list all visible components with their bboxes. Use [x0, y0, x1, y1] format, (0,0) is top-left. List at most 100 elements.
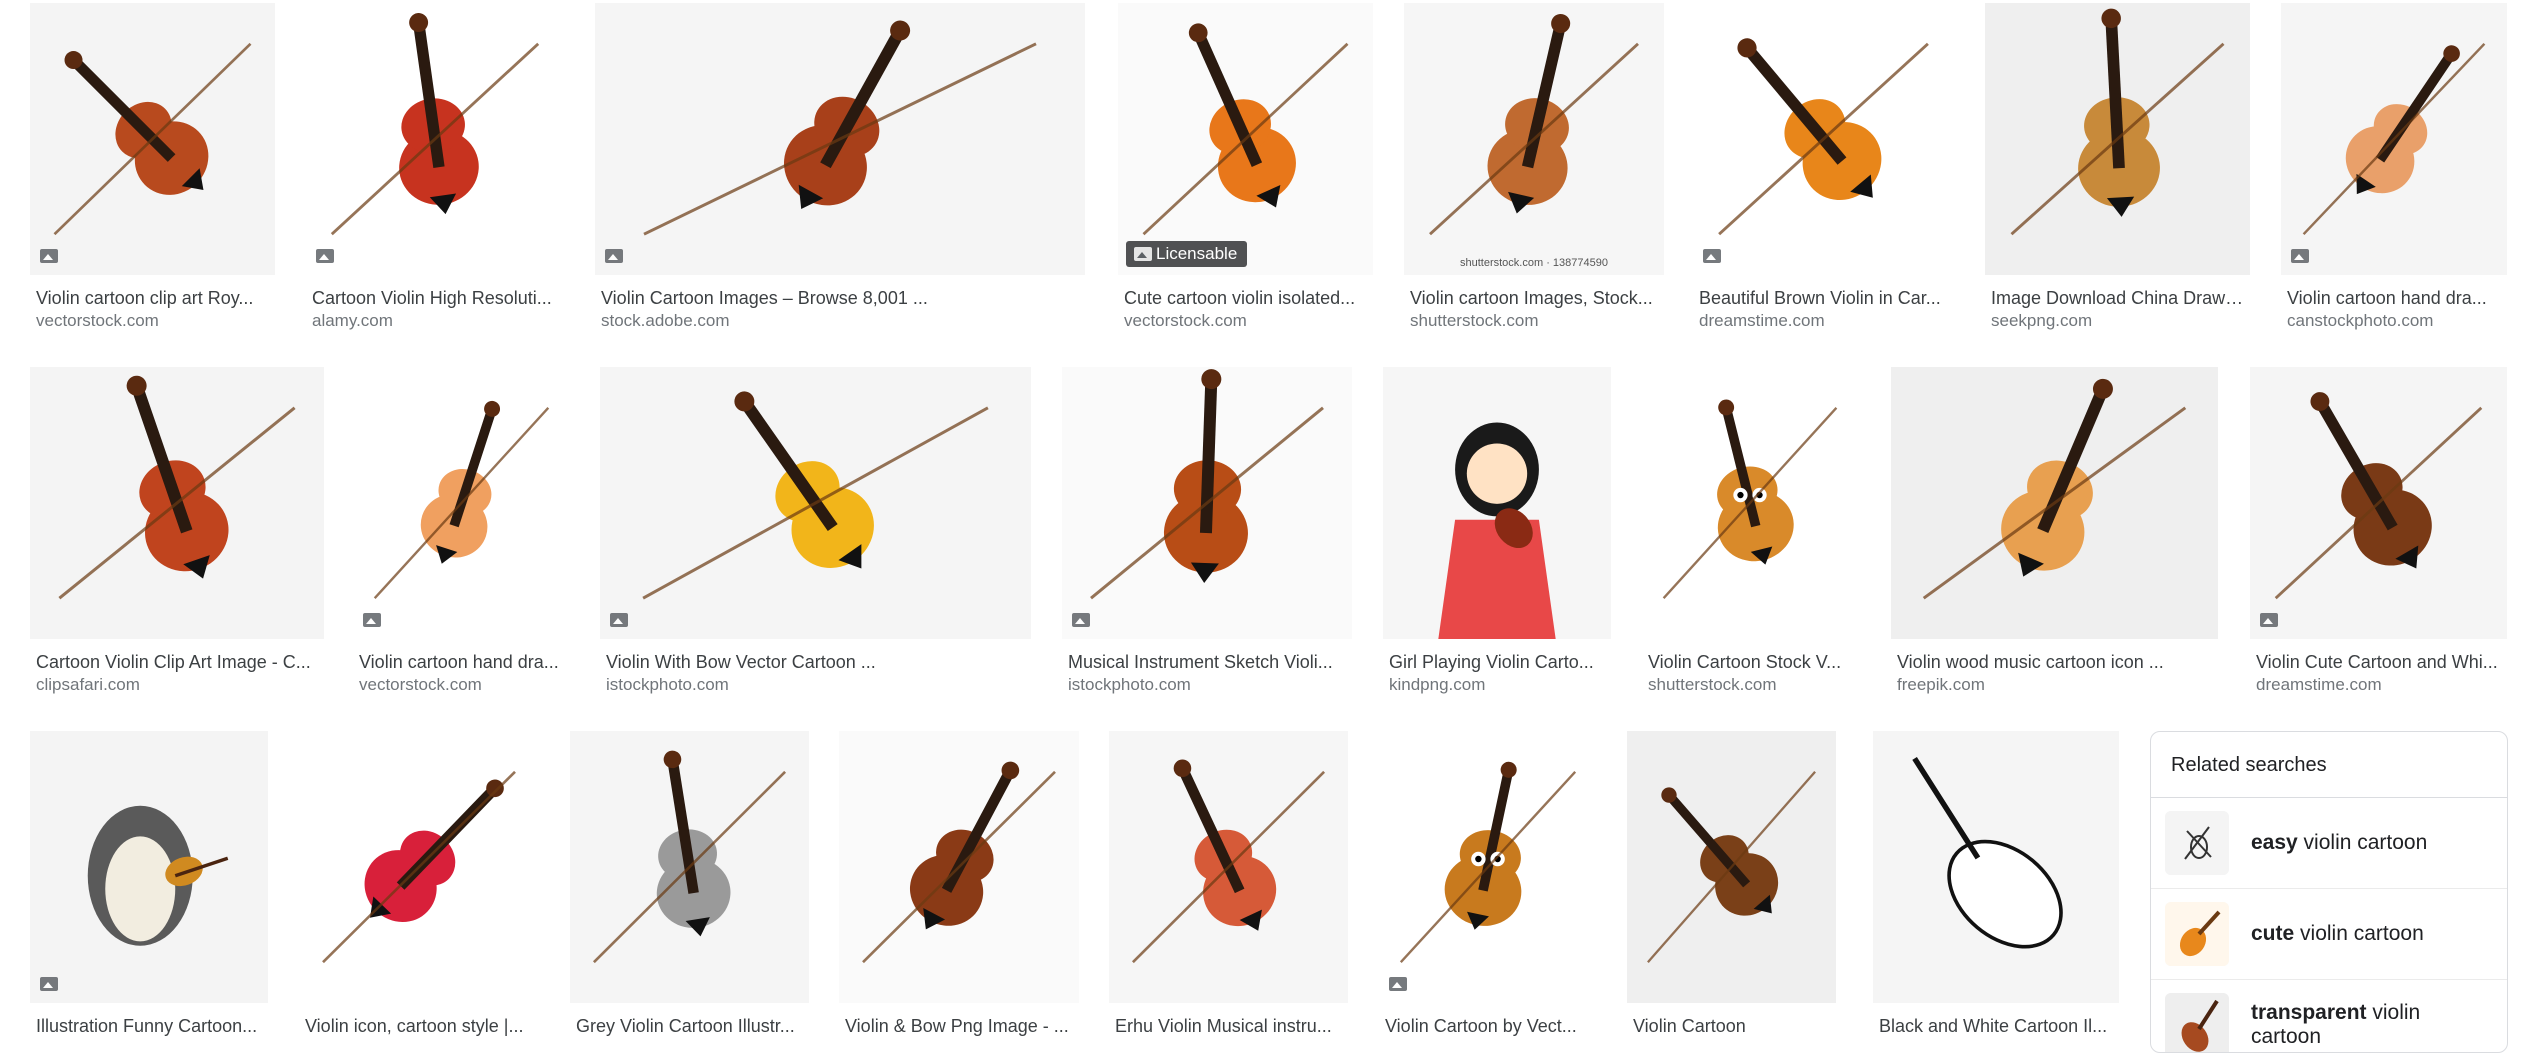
violin-character-image[interactable]	[1379, 731, 1597, 1003]
violin-character-image[interactable]	[1642, 367, 1858, 639]
violin-image[interactable]	[839, 731, 1079, 1003]
result-source[interactable]: stock.adobe.com	[595, 310, 1085, 332]
transparent-violin-icon	[2165, 993, 2229, 1052]
violin-image[interactable]	[353, 367, 570, 639]
image-result-tile[interactable]: Licensable Cute cartoon violin isolated..…	[1118, 3, 1373, 332]
result-source[interactable]: seekpng.com	[1985, 310, 2250, 332]
result-title[interactable]: Violin wood music cartoon icon ...	[1891, 650, 2218, 674]
girl-violin-image[interactable]	[1383, 367, 1611, 639]
violin-image[interactable]	[30, 367, 324, 639]
result-title[interactable]: Violin cartoon hand dra...	[353, 650, 570, 674]
image-result-tile[interactable]: shutterstock.com · 138774590 Violin carto…	[1404, 3, 1664, 332]
result-source[interactable]: alamy.com	[306, 310, 564, 332]
image-badge-icon	[316, 249, 334, 263]
result-title[interactable]: Violin cartoon Images, Stock...	[1404, 286, 1664, 310]
result-title[interactable]: Violin Cute Cartoon and Whi...	[2250, 650, 2507, 674]
result-title[interactable]: Musical Instrument Sketch Violi...	[1062, 650, 1352, 674]
result-title[interactable]: Violin Cartoon	[1627, 1014, 1836, 1038]
image-result-tile[interactable]: Image Download China Drawi... seekpng.com	[1985, 3, 2250, 332]
violin-image[interactable]	[306, 3, 564, 275]
result-source[interactable]: shutterstock.com	[1404, 310, 1664, 332]
image-result-tile[interactable]: Erhu Violin Musical instru...	[1109, 731, 1348, 1038]
violin-image[interactable]	[1627, 731, 1836, 1003]
result-source[interactable]: freepik.com	[1891, 674, 2218, 696]
penguin-violin-image[interactable]	[30, 731, 268, 1003]
violin-image[interactable]	[1985, 3, 2250, 275]
related-search-cute[interactable]: cute violin cartoon	[2151, 889, 2507, 980]
related-search-easy[interactable]: easy violin cartoon	[2151, 798, 2507, 889]
image-badge-icon	[363, 613, 381, 627]
image-result-tile[interactable]: Violin icon, cartoon style |...	[299, 731, 539, 1038]
image-result-tile[interactable]: Grey Violin Cartoon Illustr...	[570, 731, 809, 1038]
image-result-tile[interactable]: Violin Cartoon by Vect...	[1379, 731, 1597, 1038]
result-title[interactable]: Erhu Violin Musical instru...	[1109, 1014, 1348, 1038]
result-source[interactable]: istockphoto.com	[600, 674, 1031, 696]
image-result-tile[interactable]: Violin wood music cartoon icon ... freepi…	[1891, 367, 2218, 696]
image-result-tile[interactable]: Violin cartoon hand dra... vectorstock.co…	[353, 367, 570, 696]
result-title[interactable]: Grey Violin Cartoon Illustr...	[570, 1014, 809, 1038]
result-source[interactable]: shutterstock.com	[1642, 674, 1858, 696]
result-source[interactable]: canstockphoto.com	[2281, 310, 2507, 332]
result-source[interactable]: kindpng.com	[1383, 674, 1611, 696]
result-title[interactable]: Girl Playing Violin Carto...	[1383, 650, 1611, 674]
image-result-tile[interactable]: Girl Playing Violin Carto... kindpng.com	[1383, 367, 1611, 696]
violin-image[interactable]: shutterstock.com · 138774590	[1404, 3, 1664, 275]
related-search-transparent[interactable]: transparent violin cartoon	[2151, 980, 2507, 1052]
result-source[interactable]: dreamstime.com	[1693, 310, 1954, 332]
violin-image[interactable]	[30, 3, 275, 275]
result-source[interactable]: vectorstock.com	[30, 310, 275, 332]
image-result-tile[interactable]: Cartoon Violin High Resoluti... alamy.com	[306, 3, 564, 332]
image-result-tile[interactable]: Violin Cartoon	[1627, 731, 1836, 1038]
violin-image[interactable]	[299, 731, 539, 1003]
licensable-label: Licensable	[1156, 244, 1238, 263]
result-title[interactable]: Cute cartoon violin isolated...	[1118, 286, 1373, 310]
result-source[interactable]: clipsafari.com	[30, 674, 324, 696]
result-title[interactable]: Cartoon Violin Clip Art Image - C...	[30, 650, 324, 674]
result-title[interactable]: Violin With Bow Vector Cartoon ...	[600, 650, 1031, 674]
image-result-tile[interactable]: Violin cartoon hand dra... canstockphoto.…	[2281, 3, 2507, 332]
result-title[interactable]: Beautiful Brown Violin in Car...	[1693, 286, 1954, 310]
image-result-tile[interactable]: Violin With Bow Vector Cartoon ... istock…	[600, 367, 1031, 696]
violin-image[interactable]	[1062, 367, 1352, 639]
watermark-text: shutterstock.com · 138774590	[1460, 257, 1608, 269]
violin-image[interactable]	[1693, 3, 1954, 275]
result-title[interactable]: Violin Cartoon by Vect...	[1379, 1014, 1597, 1038]
result-title[interactable]: Image Download China Drawi...	[1985, 286, 2250, 310]
violin-image[interactable]	[595, 3, 1085, 275]
violin-image[interactable]	[570, 731, 809, 1003]
result-source[interactable]: vectorstock.com	[1118, 310, 1373, 332]
image-badge-icon	[2260, 613, 2278, 627]
image-result-tile[interactable]: Musical Instrument Sketch Violi... istock…	[1062, 367, 1352, 696]
related-searches-heading: Related searches	[2151, 732, 2507, 798]
image-result-tile[interactable]: Illustration Funny Cartoon...	[30, 731, 268, 1038]
result-title[interactable]: Illustration Funny Cartoon...	[30, 1014, 268, 1038]
violin-image[interactable]	[1891, 367, 2218, 639]
image-result-tile[interactable]: Violin Cartoon Stock V... shutterstock.co…	[1642, 367, 1858, 696]
result-source[interactable]: dreamstime.com	[2250, 674, 2507, 696]
image-result-tile[interactable]: Violin & Bow Png Image - ...	[839, 731, 1079, 1038]
violin-image[interactable]	[1109, 731, 1348, 1003]
violin-image[interactable]: Licensable	[1118, 3, 1373, 275]
violin-image[interactable]	[600, 367, 1031, 639]
violin-image[interactable]	[2250, 367, 2507, 639]
result-source[interactable]: vectorstock.com	[353, 674, 570, 696]
result-title[interactable]: Violin & Bow Png Image - ...	[839, 1014, 1079, 1038]
image-result-tile[interactable]: Beautiful Brown Violin in Car... dreamsti…	[1693, 3, 1954, 332]
result-title[interactable]: Black and White Cartoon Il...	[1873, 1014, 2119, 1038]
result-title[interactable]: Violin cartoon clip art Roy...	[30, 286, 275, 310]
result-title[interactable]: Violin cartoon hand dra...	[2281, 286, 2507, 310]
violin-image[interactable]	[2281, 3, 2507, 275]
result-source[interactable]: istockphoto.com	[1062, 674, 1352, 696]
result-title[interactable]: Cartoon Violin High Resoluti...	[306, 286, 564, 310]
image-badge-icon	[40, 977, 58, 991]
image-badge-icon	[2291, 249, 2309, 263]
result-title[interactable]: Violin Cartoon Stock V...	[1642, 650, 1858, 674]
image-result-tile[interactable]: Cartoon Violin Clip Art Image - C... clip…	[30, 367, 324, 696]
image-result-tile[interactable]: Black and White Cartoon Il...	[1873, 731, 2119, 1038]
result-title[interactable]: Violin icon, cartoon style |...	[299, 1014, 539, 1038]
result-title[interactable]: Violin Cartoon Images – Browse 8,001 ...	[595, 286, 1085, 310]
image-result-tile[interactable]: Violin cartoon clip art Roy... vectorstoc…	[30, 3, 275, 332]
violin-outline-image[interactable]	[1873, 731, 2119, 1003]
image-result-tile[interactable]: Violin Cute Cartoon and Whi... dreamstime…	[2250, 367, 2507, 696]
image-result-tile[interactable]: Violin Cartoon Images – Browse 8,001 ...…	[595, 3, 1085, 332]
